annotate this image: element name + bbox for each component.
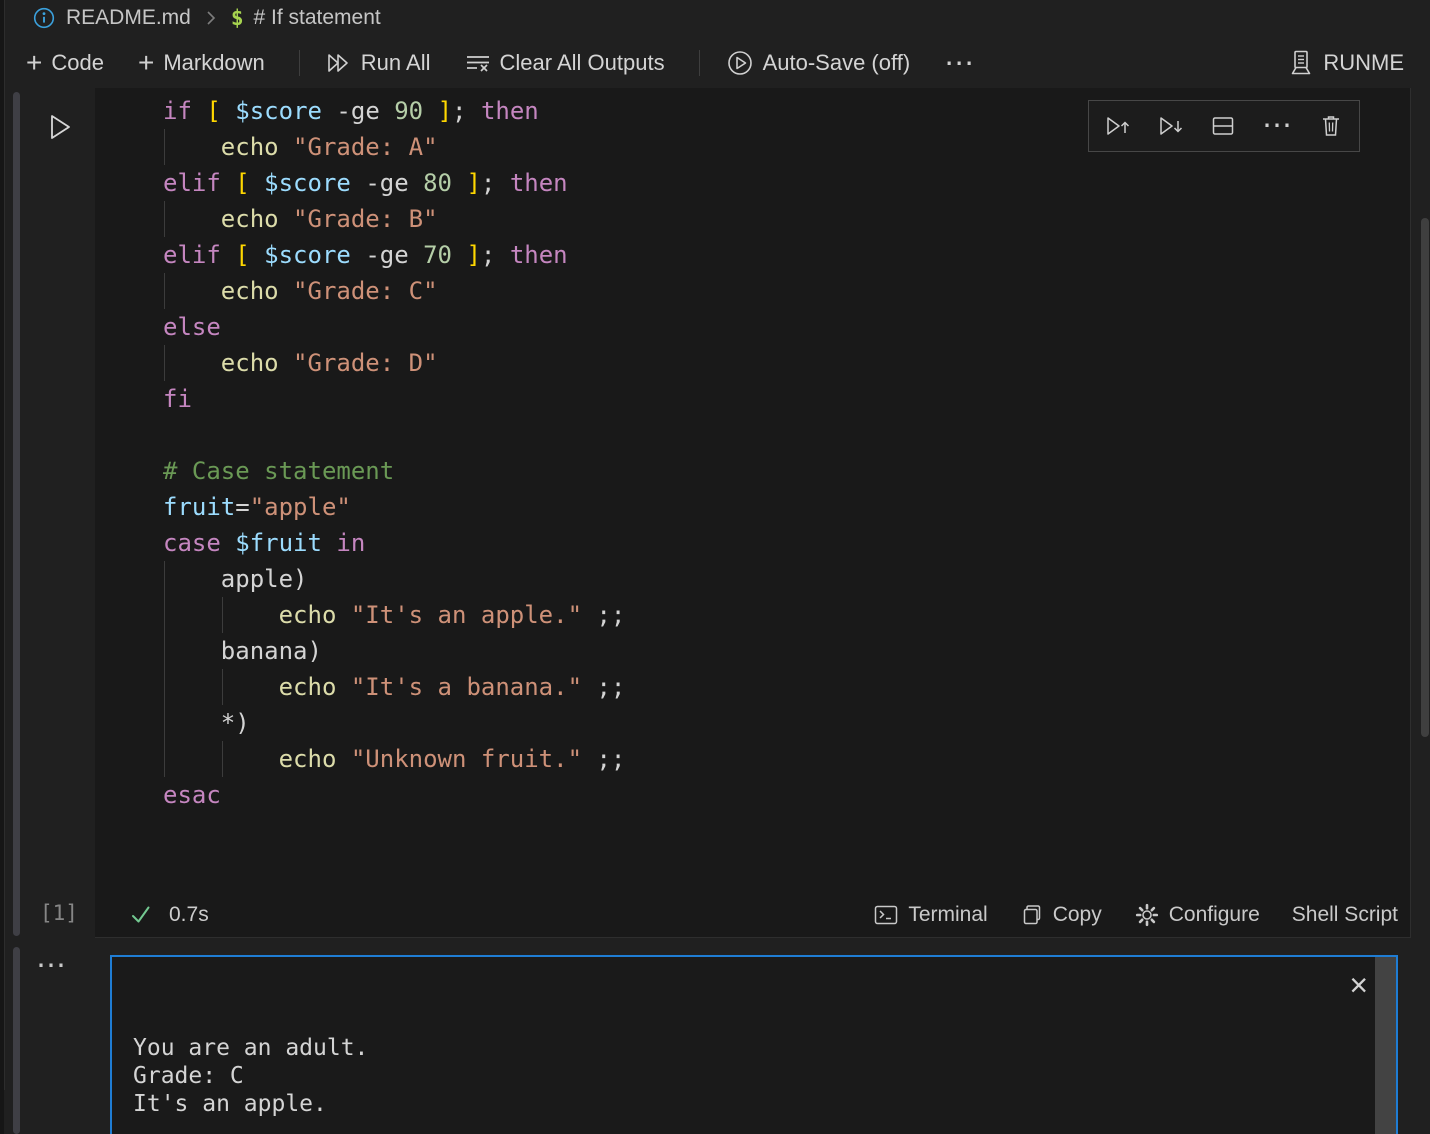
code-line: elif [ $score -ge 70 ]; then [163,237,1410,273]
code-cell: if [ $score -ge 90 ]; then echo "Grade: … [95,88,1411,938]
indent-guide [164,597,165,633]
code-line: echo "It's a banana." ;; [163,669,1410,705]
split-cell-icon[interactable] [1211,115,1235,137]
clear-all-outputs-button[interactable]: Clear All Outputs [465,50,665,76]
plus-icon: + [26,53,42,73]
code-line: fruit="apple" [163,489,1410,525]
shell-cell-symbol: $ [231,6,244,30]
execution-count: [1] [40,901,78,925]
breadcrumb: README.md $ # If statement [0,0,1430,36]
indent-guide [164,345,165,381]
code-line [163,417,1410,453]
code-line: apple) [163,561,1410,597]
indent-guide [164,273,165,309]
play-circle-icon [726,49,754,77]
terminal-statusbar-button[interactable]: Terminal [873,903,987,927]
terminal-scrollbar[interactable] [1375,957,1396,1134]
execute-below-icon[interactable] [1158,115,1184,137]
copy-icon [1020,903,1044,927]
indent-guide [164,705,165,741]
copy-button[interactable]: Copy [1020,903,1102,927]
configure-button[interactable]: Configure [1134,902,1260,928]
add-markdown-cell-button[interactable]: + Markdown [138,50,265,76]
indent-guide [164,741,165,777]
code-line: echo "Grade: D" [163,345,1410,381]
success-check-icon [129,903,153,927]
runme-icon [1288,49,1314,77]
cell-more-actions-button[interactable]: ⋯ [1262,121,1292,131]
code-line: # Case statement [163,453,1410,489]
info-icon[interactable] [32,6,56,30]
plus-icon: + [138,53,154,73]
code-line: banana) [163,633,1410,669]
execution-duration: 0.7s [169,903,209,927]
run-all-button[interactable]: Run All [326,50,431,76]
add-code-cell-button[interactable]: + Code [26,50,104,76]
indent-guide [222,669,223,705]
indent-guide [164,561,165,597]
run-cell-button[interactable] [40,108,78,146]
code-line: fi [163,381,1410,417]
breadcrumb-file[interactable]: README.md [66,6,191,30]
terminal-line: It's an apple. [133,1090,1396,1118]
indent-guide [164,201,165,237]
indent-guide [164,129,165,165]
indent-guide [222,741,223,777]
gear-icon [1134,902,1160,928]
code-area[interactable]: if [ $score -ge 90 ]; then echo "Grade: … [95,88,1410,813]
code-line: *) [163,705,1410,741]
indent-guide [164,669,165,705]
toolbar-separator [299,50,300,76]
clear-all-icon [465,51,491,75]
code-line: echo "Grade: B" [163,201,1410,237]
window-scrollbar-thumb[interactable] [1421,218,1429,737]
code-line: else [163,309,1410,345]
execute-above-icon[interactable] [1105,115,1131,137]
code-line: case $fruit in [163,525,1410,561]
indent-guide [222,597,223,633]
cell-statusbar: 0.7s Terminal [95,892,1410,937]
notebook-toolbar: + Code + Markdown Run All Clear All Outp… [0,38,1430,88]
output-more-actions-button[interactable]: ⋯ [36,948,68,983]
delete-cell-icon[interactable] [1319,114,1343,138]
code-line: echo "Unknown fruit." ;; [163,741,1410,777]
toolbar-more-button[interactable]: ⋯ [944,46,976,81]
toolbar-separator [699,50,700,76]
close-output-icon[interactable]: × [1349,969,1368,1001]
terminal-icon [873,903,899,927]
terminal-content: You are an adult.Grade: CIt's an apple. [112,957,1396,1134]
indent-guide [164,633,165,669]
run-all-icon [326,51,352,75]
language-selector[interactable]: Shell Script [1292,903,1398,927]
code-line: esac [163,777,1410,813]
cell-toolbar: ⋯ [1088,100,1360,152]
code-line: echo "Grade: C" [163,273,1410,309]
chevron-right-icon [201,7,221,29]
output-focus-indicator[interactable] [13,947,20,1134]
terminal-line: Grade: C [133,1062,1396,1090]
breadcrumb-section[interactable]: # If statement [254,6,381,30]
cell-focus-indicator[interactable] [13,92,20,936]
code-line: elif [ $score -ge 80 ]; then [163,165,1410,201]
code-line: echo "It's an apple." ;; [163,597,1410,633]
terminal-output-text: You are an adult.Grade: CIt's an apple. [133,1034,1396,1118]
window-left-border [4,0,5,1090]
terminal-output[interactable]: × You are an adult.Grade: CIt's an apple… [110,955,1398,1134]
terminal-line: You are an adult. [133,1034,1396,1062]
auto-save-toggle[interactable]: Auto-Save (off) [726,49,911,77]
runme-button[interactable]: RUNME [1288,49,1404,77]
